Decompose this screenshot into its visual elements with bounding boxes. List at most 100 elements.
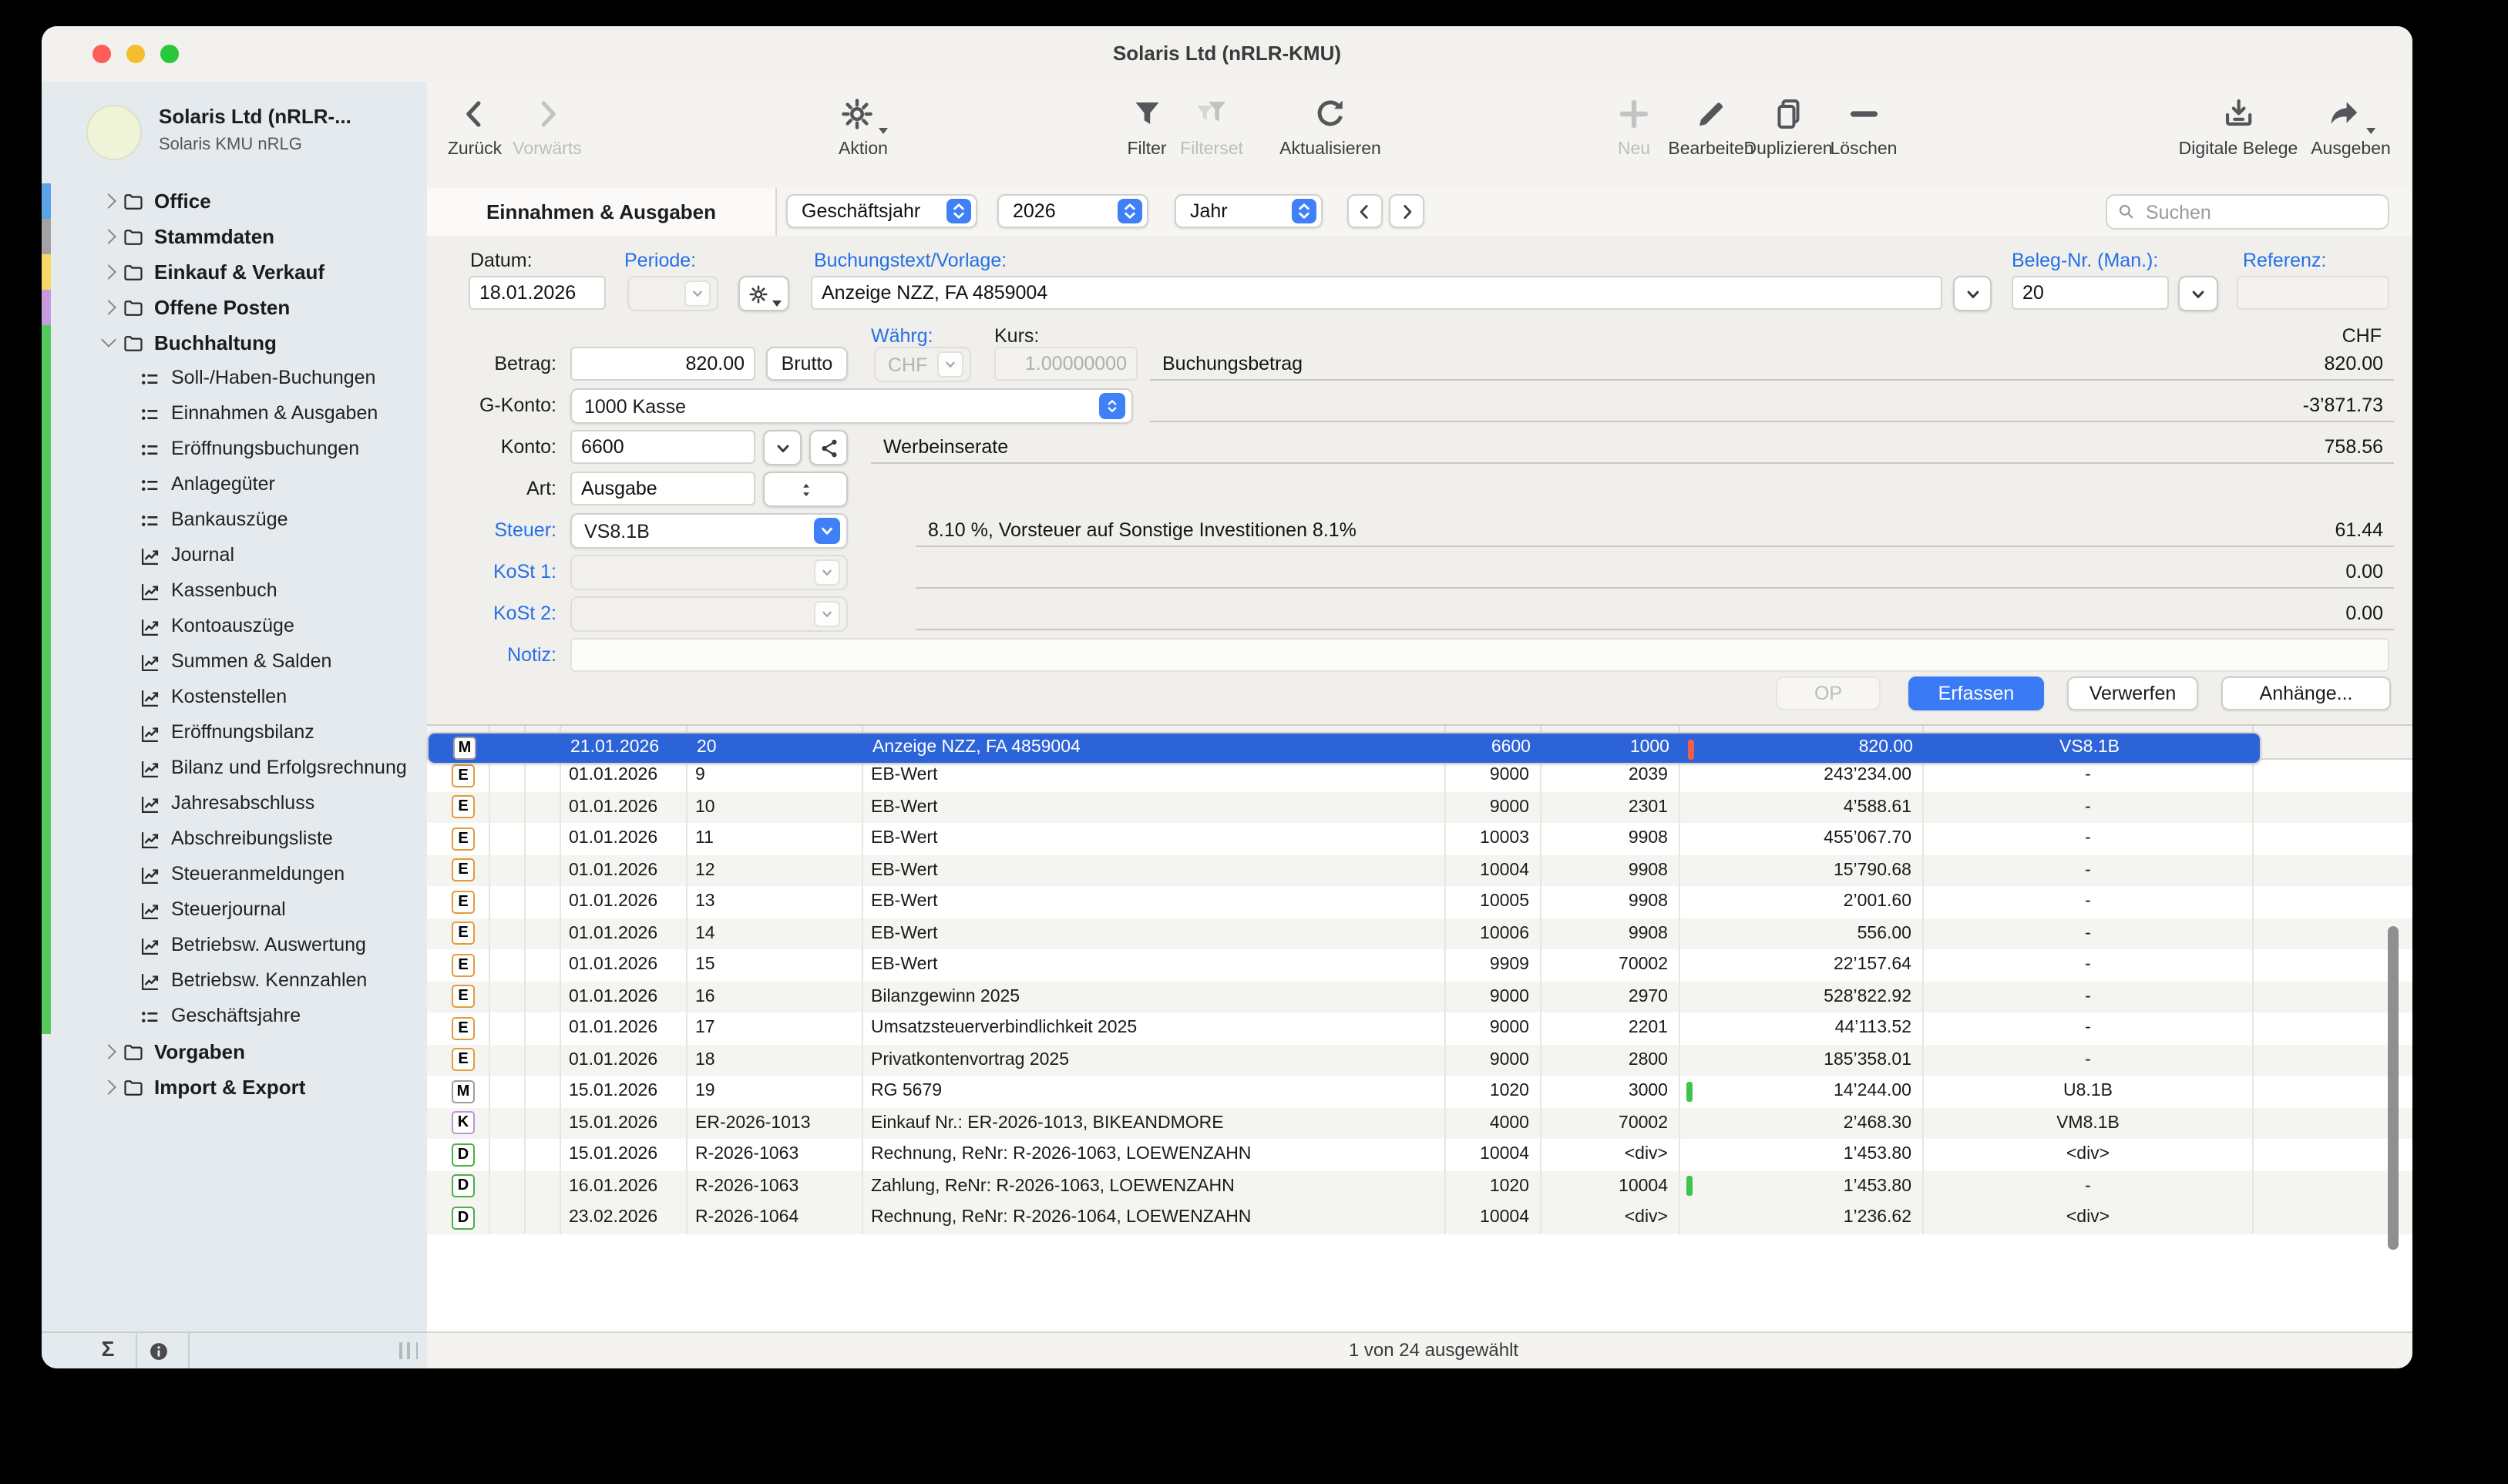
- vorlage-gear-button[interactable]: [738, 276, 789, 311]
- sidebar-item[interactable]: Kassenbuch: [42, 573, 427, 609]
- table-row[interactable]: E 01.01.2026 9 EB-Wert 9000 2039 243’234…: [427, 760, 2412, 791]
- sidebar-item[interactable]: Soll-/Haben-Buchungen: [42, 361, 427, 396]
- sidebar-item[interactable]: Betriebsw. Auswertung: [42, 928, 427, 963]
- brutto-button[interactable]: Brutto: [766, 347, 848, 381]
- toolbar-button[interactable]: Ausgeben: [2311, 91, 2391, 159]
- sidebar-item-icon: [122, 1076, 145, 1098]
- art-stepper-button[interactable]: [763, 472, 848, 507]
- year-select[interactable]: 2026: [997, 194, 1148, 228]
- chevron-right-icon[interactable]: [101, 1079, 116, 1095]
- table-row[interactable]: E 01.01.2026 13 EB-Wert 10005 9908 2’001…: [427, 886, 2412, 918]
- table-row[interactable]: M 15.01.2026 19 RG 5679 1020 3000 14’244…: [427, 1076, 2412, 1107]
- konto-name: Werbeinserate: [883, 435, 1008, 457]
- sidebar-item[interactable]: Office: [42, 183, 427, 219]
- table-row[interactable]: E 01.01.2026 10 EB-Wert 9000 2301 4’588.…: [427, 791, 2412, 823]
- table-row[interactable]: K 15.01.2026 ER-2026-1013 Einkauf Nr.: E…: [427, 1107, 2412, 1139]
- anhaenge-button[interactable]: Anhänge...: [2221, 677, 2391, 710]
- chevron-right-icon[interactable]: [101, 193, 116, 209]
- sidebar-item[interactable]: Kontoauszüge: [42, 609, 427, 644]
- vertical-scrollbar[interactable]: [2388, 926, 2399, 1250]
- table-row[interactable]: E 01.01.2026 12 EB-Wert 10004 9908 15’79…: [427, 854, 2412, 886]
- range-select[interactable]: Jahr: [1175, 194, 1323, 228]
- sidebar-item[interactable]: Import & Export: [42, 1069, 427, 1105]
- sidebar-item[interactable]: Anlagegüter: [42, 467, 427, 502]
- table-row[interactable]: D 16.01.2026 R-2026-1063 Zahlung, ReNr: …: [427, 1170, 2412, 1202]
- art-input[interactable]: [570, 472, 755, 505]
- chevron-down-icon: [684, 280, 711, 307]
- chevron-down-icon[interactable]: [101, 332, 116, 347]
- next-period-button[interactable]: [1389, 194, 1424, 228]
- beleg-dropdown-button[interactable]: [2178, 276, 2218, 311]
- toolbar-button[interactable]: Bearbeiten: [1668, 91, 1753, 159]
- datum-input[interactable]: [469, 276, 606, 310]
- table-row[interactable]: D 23.02.2026 R-2026-1064 Rechnung, ReNr:…: [427, 1202, 2412, 1234]
- info-button[interactable]: [146, 1339, 171, 1364]
- cell-f: [490, 949, 526, 981]
- betrag-input[interactable]: [570, 347, 755, 381]
- sidebar-item[interactable]: Abschreibungsliste: [42, 821, 427, 857]
- sidebar-item[interactable]: Einnahmen & Ausgaben: [42, 396, 427, 431]
- konto-input[interactable]: [570, 430, 755, 464]
- sidebar-item[interactable]: Offene Posten: [42, 290, 427, 325]
- sidebar-item[interactable]: Eröffnungsbuchungen: [42, 431, 427, 467]
- cell-datum: 23.02.2026: [561, 1202, 688, 1234]
- toolbar-button[interactable]: Aktualisieren: [1279, 91, 1381, 159]
- sidebar-item[interactable]: Eröffnungsbilanz: [42, 715, 427, 750]
- sidebar-item[interactable]: Journal: [42, 538, 427, 573]
- toolbar-button[interactable]: Löschen: [1831, 91, 1898, 159]
- konto-share-button[interactable]: [809, 430, 848, 465]
- sidebar-item[interactable]: Geschäftsjahre: [42, 999, 427, 1034]
- sidebar-item[interactable]: Bankauszüge: [42, 502, 427, 538]
- chevron-right-icon[interactable]: [101, 264, 116, 280]
- toolbar-button[interactable]: Zurück: [448, 91, 502, 159]
- tab-einnahmen-ausgaben[interactable]: Einnahmen & Ausgaben: [427, 188, 777, 236]
- konto-dropdown-button[interactable]: [763, 430, 802, 465]
- toolbar-button[interactable]: Duplizieren: [1743, 91, 1832, 159]
- sidebar-item[interactable]: Kostenstellen: [42, 680, 427, 715]
- sidebar-item[interactable]: Steueranmeldungen: [42, 857, 427, 892]
- sidebar-item[interactable]: Summen & Salden: [42, 644, 427, 680]
- gkonto-select[interactable]: 1000 Kasse: [570, 388, 1133, 424]
- sidebar-item[interactable]: Jahresabschluss: [42, 786, 427, 821]
- sidebar-resize-handle[interactable]: [399, 1342, 418, 1359]
- table-row[interactable]: E 01.01.2026 14 EB-Wert 10006 9908 556.0…: [427, 918, 2412, 949]
- toolbar-button[interactable]: Filter: [1127, 91, 1166, 159]
- table-row[interactable]: E 01.01.2026 17 Umsatzsteuerverbindlichk…: [427, 1012, 2412, 1044]
- table-row[interactable]: M 21.01.2026 20 Anzeige NZZ, FA 4859004 …: [427, 732, 2261, 764]
- table-row[interactable]: E 01.01.2026 11 EB-Wert 10003 9908 455’0…: [427, 823, 2412, 854]
- sidebar-item[interactable]: Stammdaten: [42, 219, 427, 254]
- erfassen-button[interactable]: Erfassen: [1908, 677, 2044, 710]
- beleg-nr-input[interactable]: [2012, 276, 2169, 310]
- toolbar-button[interactable]: Aktion: [839, 91, 888, 159]
- buchungstext-input[interactable]: [811, 276, 1942, 310]
- toolbar-label: Duplizieren: [1743, 140, 1832, 159]
- cell-soll: 10003: [1446, 823, 1541, 854]
- toolbar-button[interactable]: Vorwärts: [513, 91, 582, 159]
- search-field[interactable]: [2106, 194, 2389, 230]
- search-input[interactable]: [2143, 200, 2379, 224]
- toolbar-button[interactable]: Filterset: [1180, 91, 1243, 159]
- table-row[interactable]: D 15.01.2026 R-2026-1063 Rechnung, ReNr:…: [427, 1139, 2412, 1170]
- previous-period-button[interactable]: [1347, 194, 1383, 228]
- sum-button[interactable]: Σ: [88, 1336, 128, 1361]
- verwerfen-button[interactable]: Verwerfen: [2067, 677, 2198, 710]
- notiz-input[interactable]: [570, 638, 2389, 672]
- steuer-select[interactable]: VS8.1B: [570, 513, 848, 549]
- sidebar-item[interactable]: Betriebsw. Kennzahlen: [42, 963, 427, 999]
- chevron-right-icon[interactable]: [101, 1044, 116, 1059]
- table-row[interactable]: E 01.01.2026 15 EB-Wert 9909 70002 22’15…: [427, 949, 2412, 981]
- sidebar-item[interactable]: Buchhaltung: [42, 325, 427, 361]
- table-row[interactable]: E 01.01.2026 18 Privatkontenvortrag 2025…: [427, 1044, 2412, 1076]
- sidebar-item[interactable]: Bilanz und Erfolgsrechnung: [42, 750, 427, 786]
- chevron-right-icon[interactable]: [101, 229, 116, 244]
- buchungstext-dropdown-button[interactable]: [1953, 276, 1992, 311]
- cell-soll: 4000: [1446, 1107, 1541, 1139]
- sidebar-item[interactable]: Steuerjournal: [42, 892, 427, 928]
- toolbar-button[interactable]: Digitale Belege: [2179, 91, 2298, 159]
- chevron-right-icon[interactable]: [101, 300, 116, 315]
- period-type-select[interactable]: Geschäftsjahr: [786, 194, 977, 228]
- table-row[interactable]: E 01.01.2026 16 Bilanzgewinn 2025 9000 2…: [427, 981, 2412, 1012]
- sidebar-item[interactable]: Vorgaben: [42, 1034, 427, 1069]
- toolbar-button[interactable]: Neu: [1615, 91, 1652, 159]
- sidebar-item[interactable]: Einkauf & Verkauf: [42, 254, 427, 290]
